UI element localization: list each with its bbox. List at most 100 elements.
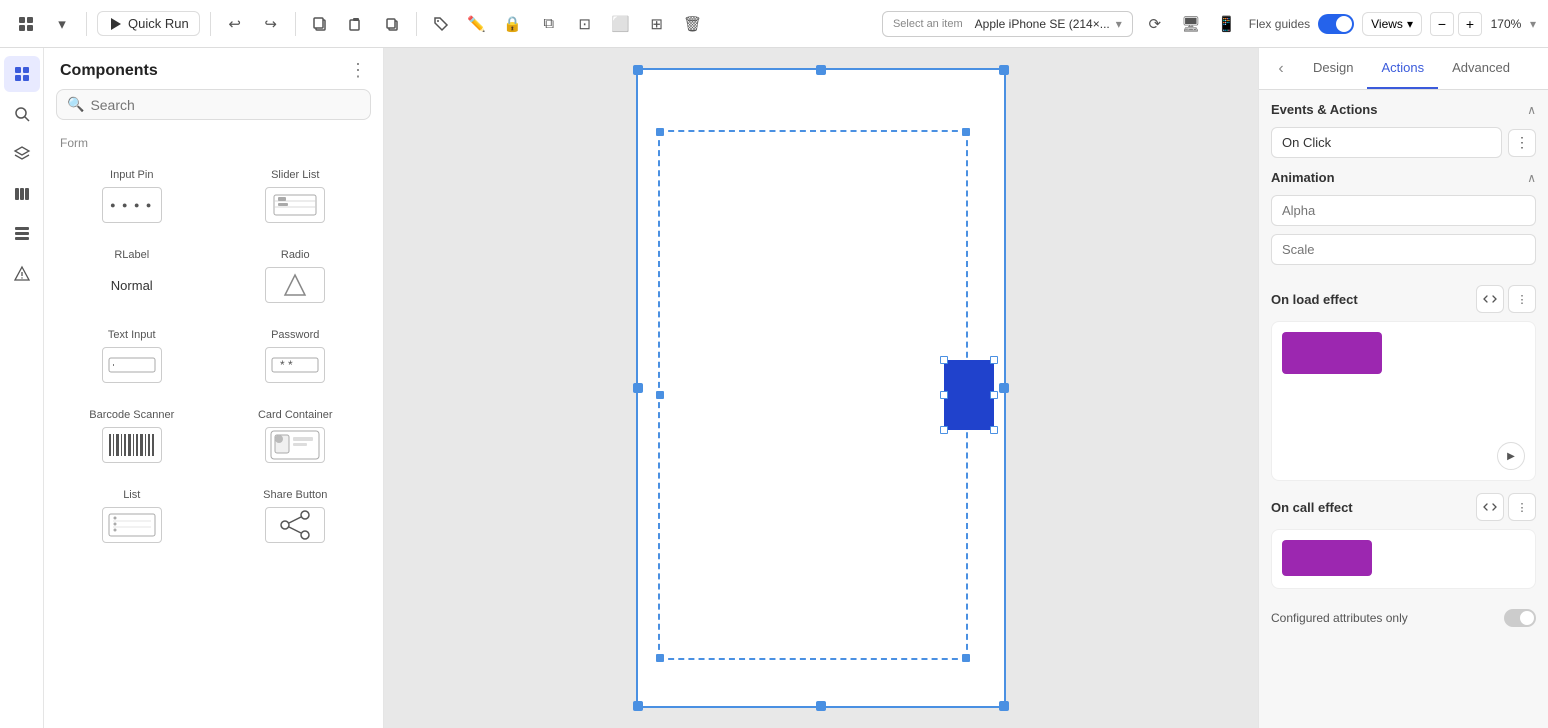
- grid-icon[interactable]: ⊞: [643, 10, 671, 38]
- quick-run-button[interactable]: Quick Run: [97, 11, 200, 36]
- redo-icon[interactable]: ↪: [257, 10, 285, 38]
- handle-mr[interactable]: [999, 383, 1009, 393]
- event-trigger-dropdown[interactable]: On Click: [1271, 127, 1502, 158]
- desktop-icon[interactable]: 🖥: [1177, 10, 1205, 38]
- blue-rectangle[interactable]: [944, 360, 994, 430]
- component-slider-list[interactable]: Slider List: [216, 158, 376, 234]
- component-card-container[interactable]: Card Container: [216, 398, 376, 474]
- sidebar-item-warning[interactable]: [4, 256, 40, 292]
- tab-design[interactable]: Design: [1299, 48, 1367, 89]
- undo-icon[interactable]: ↩: [221, 10, 249, 38]
- blue-rect-handle-tl[interactable]: [940, 356, 948, 364]
- blue-rect-handle-tr[interactable]: [990, 356, 998, 364]
- copy-icon[interactable]: [306, 10, 334, 38]
- alpha-input[interactable]: [1271, 195, 1536, 226]
- handle-bm[interactable]: [816, 701, 826, 711]
- canvas-area[interactable]: [384, 48, 1258, 728]
- dashed-selection[interactable]: [658, 130, 968, 660]
- handle-ml[interactable]: [633, 383, 643, 393]
- sidebar-item-library[interactable]: [4, 176, 40, 212]
- lock-icon[interactable]: 🔒: [499, 10, 527, 38]
- component-name-slider-list: Slider List: [271, 169, 319, 181]
- on-call-section: On call effect ⋮: [1271, 493, 1536, 589]
- on-call-code-button[interactable]: [1476, 493, 1504, 521]
- on-call-purple-block: [1282, 540, 1372, 576]
- tag-icon[interactable]: [427, 10, 455, 38]
- blue-rect-handle-ml[interactable]: [940, 391, 948, 399]
- components-grid: Input Pin ● ● ● ● Slider List: [52, 154, 375, 558]
- component-share-button[interactable]: Share Button: [216, 478, 376, 554]
- component-text-input[interactable]: Text Input: [52, 318, 212, 394]
- dashed-handle-tr[interactable]: [962, 128, 970, 136]
- tab-actions[interactable]: Actions: [1367, 48, 1438, 89]
- on-call-menu-button[interactable]: ⋮: [1508, 493, 1536, 521]
- dashed-handle-ml[interactable]: [656, 391, 664, 399]
- select-item-label: Select an item: [893, 18, 963, 30]
- event-trigger-value: On Click: [1282, 135, 1331, 150]
- blue-rect-handle-bl[interactable]: [940, 426, 948, 434]
- on-call-title: On call effect: [1271, 500, 1353, 515]
- duplicate-icon[interactable]: [378, 10, 406, 38]
- layers-icon[interactable]: ⧉: [535, 10, 563, 38]
- sidebar-item-search[interactable]: [4, 96, 40, 132]
- on-load-code-button[interactable]: [1476, 285, 1504, 313]
- component-icon[interactable]: ⊡: [571, 10, 599, 38]
- zoom-dropdown-arrow[interactable]: ▾: [1530, 17, 1536, 31]
- right-panel-tabs: ‹ Design Actions Advanced: [1259, 48, 1548, 90]
- pen-icon[interactable]: ✏️: [463, 10, 491, 38]
- flex-guides-toggle[interactable]: [1318, 14, 1354, 34]
- dropdown-arrow-icon[interactable]: ▾: [48, 10, 76, 38]
- device-dropdown[interactable]: Select an item Apple iPhone SE (214×... …: [882, 11, 1133, 37]
- refresh-icon[interactable]: ⟳: [1141, 10, 1169, 38]
- on-load-effect-preview: ▶: [1271, 321, 1536, 481]
- on-load-play-button[interactable]: ▶: [1497, 442, 1525, 470]
- component-radio[interactable]: Radio: [216, 238, 376, 314]
- animation-collapse-icon[interactable]: ∧: [1527, 171, 1536, 185]
- on-load-menu-button[interactable]: ⋮: [1508, 285, 1536, 313]
- component-list[interactable]: List: [52, 478, 212, 554]
- component-rlabel[interactable]: RLabel Normal: [52, 238, 212, 314]
- blue-rect-handle-br[interactable]: [990, 426, 998, 434]
- handle-bl[interactable]: [633, 701, 643, 711]
- sidebar-item-layers[interactable]: [4, 136, 40, 172]
- form-section-label: Form: [52, 130, 375, 154]
- on-call-header: On call effect ⋮: [1271, 493, 1536, 521]
- device-selector[interactable]: Select an item Apple iPhone SE (214×... …: [882, 10, 1241, 38]
- delete-icon[interactable]: 🗑: [679, 10, 707, 38]
- sidebar-item-components[interactable]: [4, 216, 40, 252]
- events-actions-collapse-icon[interactable]: ∧: [1527, 103, 1536, 117]
- configured-attributes-row: Configured attributes only: [1271, 601, 1536, 635]
- project-icon[interactable]: [12, 10, 40, 38]
- blue-rect-handle-mr[interactable]: [990, 391, 998, 399]
- views-button[interactable]: Views ▾: [1362, 12, 1422, 36]
- phone-frame[interactable]: [636, 68, 1006, 708]
- phone-icon[interactable]: 📱: [1213, 10, 1241, 38]
- dashed-handle-bl[interactable]: [656, 654, 664, 662]
- sidebar-item-home[interactable]: [4, 56, 40, 92]
- collapse-right-panel-button[interactable]: ‹: [1267, 55, 1295, 83]
- component-input-pin[interactable]: Input Pin ● ● ● ●: [52, 158, 212, 234]
- zoom-plus-button[interactable]: +: [1458, 12, 1482, 36]
- handle-tl[interactable]: [633, 65, 643, 75]
- zoom-minus-button[interactable]: −: [1430, 12, 1454, 36]
- handle-br[interactable]: [999, 701, 1009, 711]
- handle-tr[interactable]: [999, 65, 1009, 75]
- divider-4: [416, 12, 417, 36]
- dashed-handle-br[interactable]: [962, 654, 970, 662]
- event-menu-button[interactable]: ⋮: [1508, 129, 1536, 157]
- configured-attributes-toggle[interactable]: [1504, 609, 1536, 627]
- component-barcode-scanner[interactable]: Barcode Scanner: [52, 398, 212, 474]
- paste-icon[interactable]: [342, 10, 370, 38]
- component-password[interactable]: Password * *: [216, 318, 376, 394]
- handle-tm[interactable]: [816, 65, 826, 75]
- on-load-purple-block: [1282, 332, 1382, 374]
- frame-icon[interactable]: ⬜: [607, 10, 635, 38]
- dashed-handle-tl[interactable]: [656, 128, 664, 136]
- tab-advanced[interactable]: Advanced: [1438, 48, 1524, 89]
- scale-input[interactable]: [1271, 234, 1536, 265]
- components-menu-icon[interactable]: ⋮: [349, 60, 367, 81]
- flex-guides-label: Flex guides: [1249, 17, 1310, 31]
- components-list: Form Input Pin ● ● ● ● Slider List: [44, 130, 383, 728]
- search-input[interactable]: [90, 97, 360, 113]
- component-preview-input-pin: ● ● ● ●: [102, 187, 162, 223]
